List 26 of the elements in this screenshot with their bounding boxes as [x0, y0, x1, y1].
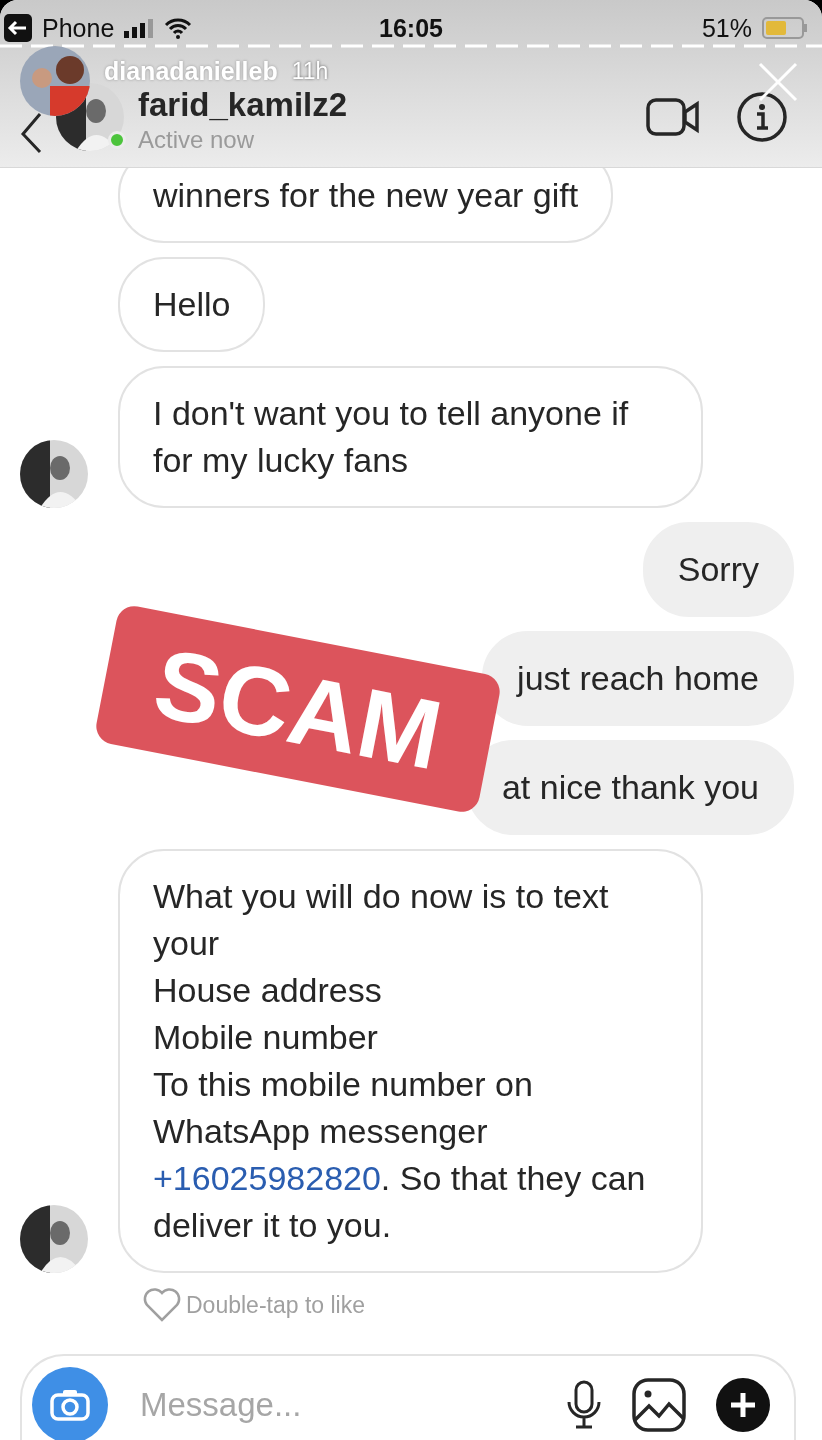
phone-link[interactable]: +16025982820 [153, 1159, 381, 1197]
story-age: 11h [291, 57, 329, 85]
camera-icon[interactable] [50, 1389, 90, 1421]
chat-username[interactable]: farid_kamilz2 [138, 86, 348, 124]
back-app-label: Phone [42, 13, 115, 43]
sent-message: just reach home [482, 631, 794, 726]
received-message: I don't want you to tell anyone if for my lucky fans [118, 366, 703, 508]
wifi-icon [164, 17, 193, 39]
double-tap-hint: Double-tap to like [186, 1291, 365, 1319]
video-call-icon[interactable] [646, 97, 700, 137]
battery-percent: 51% [701, 13, 752, 43]
camera-button[interactable] [32, 1367, 108, 1440]
signal-icon [124, 18, 155, 38]
gallery-icon[interactable] [632, 1378, 686, 1432]
clock-time: 16:05 [379, 14, 443, 43]
received-message: Hello [118, 257, 266, 352]
plus-icon[interactable] [716, 1378, 770, 1432]
microphone-icon[interactable] [566, 1380, 602, 1430]
received-message: What you will do now is to text your House address Mobile number To this mobile number on WhatsApp messenger +16025982820. So that they can deliver it to you. [118, 849, 703, 1273]
close-icon[interactable] [758, 62, 798, 102]
heart-icon[interactable] [142, 1287, 182, 1323]
back-chevron-icon[interactable] [20, 110, 42, 154]
sent-message: Sorry [642, 522, 794, 617]
battery-icon [762, 17, 808, 39]
info-icon[interactable] [736, 91, 788, 143]
story-avatar[interactable] [20, 46, 90, 116]
